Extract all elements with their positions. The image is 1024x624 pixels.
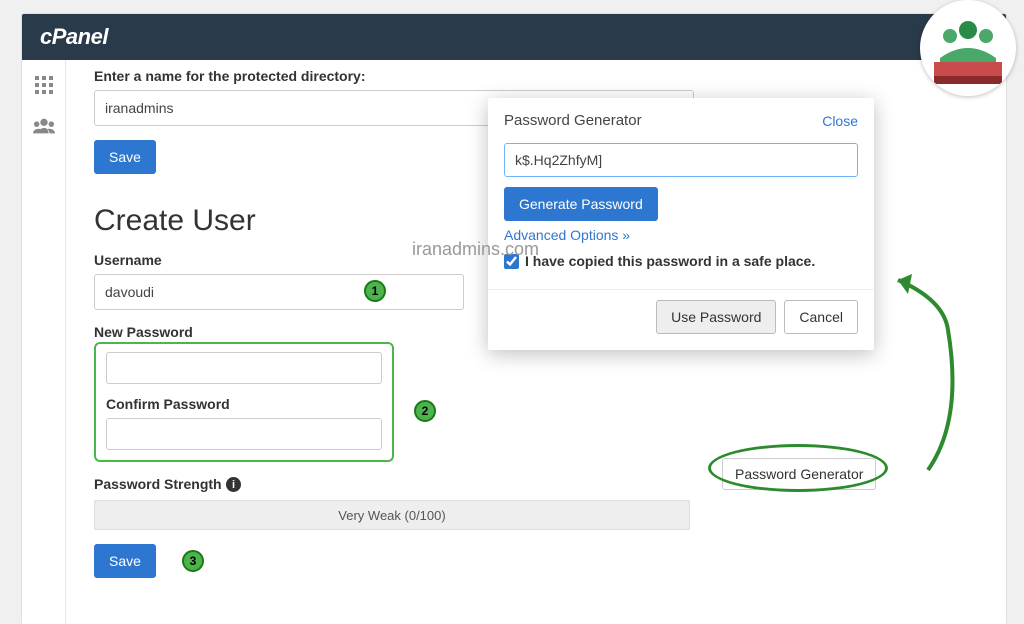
callout-badge-2: 2 — [414, 400, 436, 422]
generated-password-input[interactable] — [504, 143, 858, 177]
modal-close-link[interactable]: Close — [822, 113, 858, 129]
watermark-logo — [920, 0, 1016, 96]
app-shell: ccPanelPanel Enter a name for the protec… — [22, 14, 1006, 624]
copied-checkbox-label: I have copied this password in a safe pl… — [525, 253, 815, 269]
info-icon[interactable]: i — [226, 477, 241, 492]
password-generator-button[interactable]: Password Generator — [722, 458, 876, 490]
search-icon[interactable] — [880, 59, 896, 80]
copied-checkbox[interactable] — [504, 254, 519, 269]
brand-logo: ccPanelPanel — [40, 24, 108, 50]
password-strength-label: Password Strength — [94, 476, 222, 492]
users-icon[interactable] — [33, 117, 55, 140]
advanced-options-link[interactable]: Advanced Options » — [504, 227, 630, 243]
grid-icon[interactable] — [35, 76, 53, 99]
topbar: ccPanelPanel — [22, 14, 1006, 60]
password-generator-modal: Password Generator Close Generate Passwo… — [488, 98, 874, 350]
strength-text: Very Weak (0/100) — [338, 508, 445, 523]
callout-badge-3: 3 — [182, 550, 204, 572]
modal-title: Password Generator — [504, 112, 642, 129]
sidebar — [22, 60, 66, 624]
password-highlight-box: Confirm Password — [94, 342, 394, 462]
save-user-button[interactable]: Save — [94, 544, 156, 578]
callout-badge-1: 1 — [364, 280, 386, 302]
confirm-password-label: Confirm Password — [106, 396, 382, 412]
cancel-button[interactable]: Cancel — [784, 300, 858, 334]
protected-dir-label: Enter a name for the protected directory… — [94, 68, 978, 84]
save-dir-button[interactable]: Save — [94, 140, 156, 174]
new-password-input[interactable] — [106, 352, 382, 384]
use-password-button[interactable]: Use Password — [656, 300, 776, 334]
password-strength-meter: Very Weak (0/100) — [94, 500, 690, 530]
username-input[interactable] — [94, 274, 464, 310]
confirm-password-input[interactable] — [106, 418, 382, 450]
copied-checkbox-row[interactable]: I have copied this password in a safe pl… — [504, 253, 858, 269]
generate-password-button[interactable]: Generate Password — [504, 187, 658, 221]
